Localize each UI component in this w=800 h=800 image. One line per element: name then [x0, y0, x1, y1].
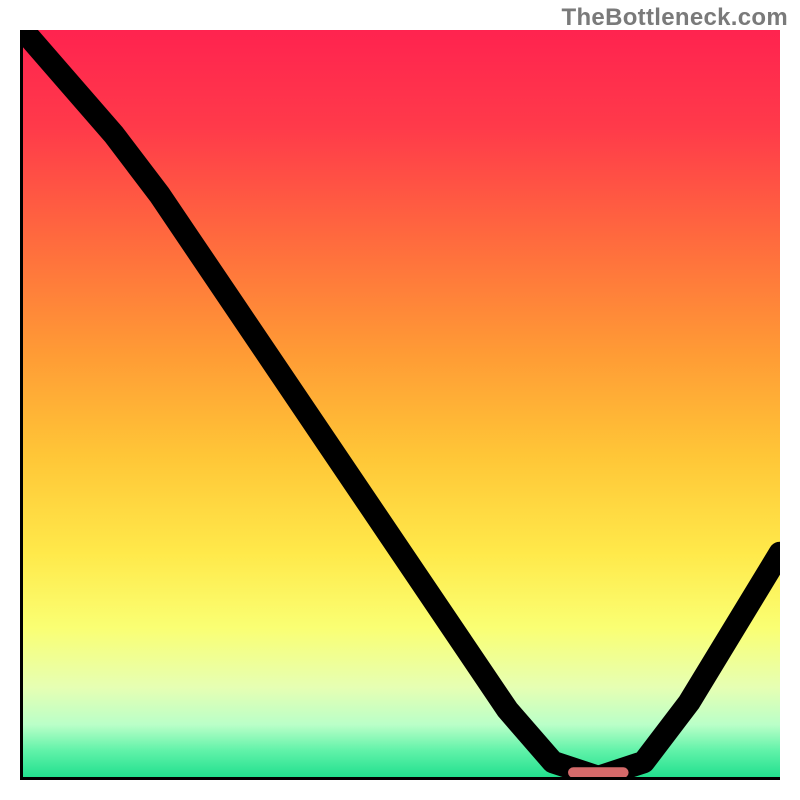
chart-area	[20, 30, 780, 780]
optimum-marker	[23, 30, 780, 777]
watermark: TheBottleneck.com	[562, 4, 788, 32]
